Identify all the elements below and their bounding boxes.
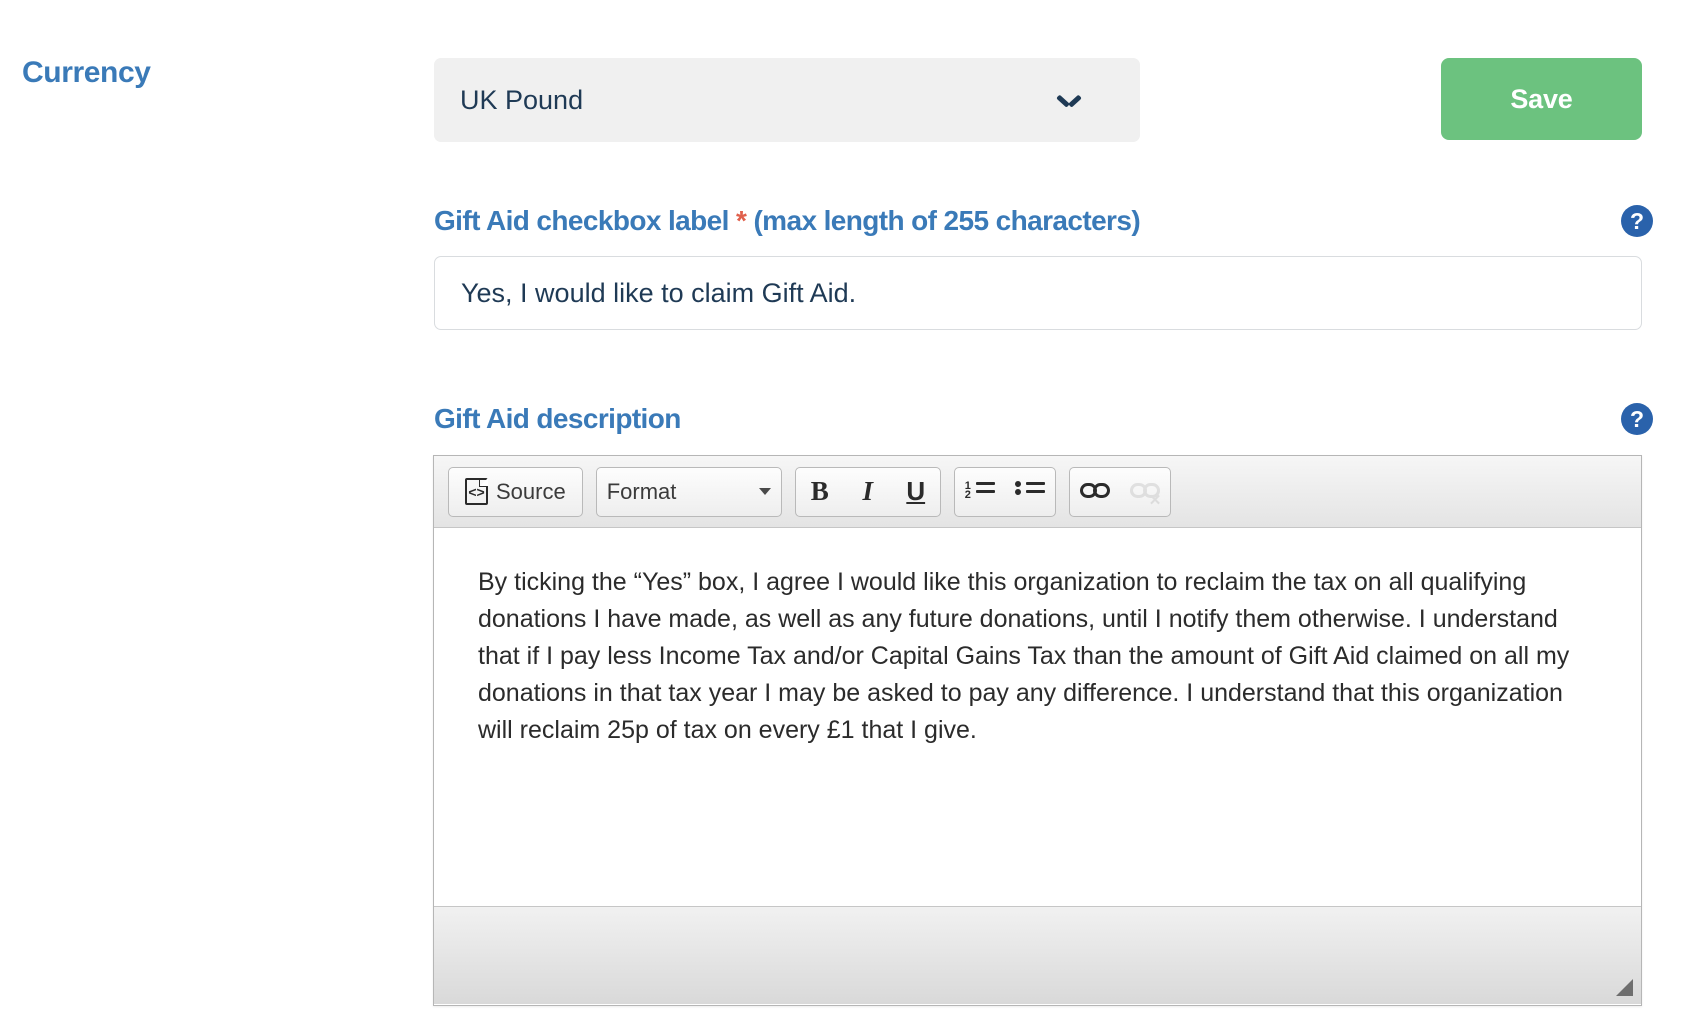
unlink-button: ✕ (1120, 468, 1170, 516)
link-icon (1080, 483, 1110, 501)
rich-text-editor: <> Source Format B I U 1 (433, 455, 1642, 1006)
giftaid-description-heading: Gift Aid description (434, 403, 681, 435)
link-button[interactable] (1070, 468, 1120, 516)
italic-icon: I (862, 476, 873, 507)
bulleted-list-button[interactable] (1005, 468, 1055, 516)
source-code-icon: <> (465, 478, 488, 505)
numbered-list-button[interactable]: 1 2 (955, 468, 1005, 516)
required-marker: * (736, 205, 746, 236)
format-dropdown-label: Format (607, 479, 677, 505)
underline-icon: U (906, 476, 925, 507)
currency-select[interactable]: UK Pound (434, 58, 1140, 142)
bold-icon: B (811, 476, 829, 507)
chevron-down-icon (1058, 94, 1080, 107)
resize-grip-icon[interactable] (1616, 979, 1633, 996)
bold-button[interactable]: B (796, 468, 844, 516)
source-button-label: Source (496, 479, 566, 505)
giftaid-checkbox-label-input[interactable] (434, 256, 1642, 330)
toolbar-group-links: ✕ (1069, 467, 1171, 517)
editor-status-bar (434, 906, 1641, 1004)
help-icon-checkbox-label[interactable]: ? (1621, 205, 1653, 237)
bulleted-list-icon (1015, 480, 1045, 504)
editor-paragraph: By ticking the “Yes” box, I agree I woul… (478, 564, 1597, 749)
numbered-list-icon: 1 2 (965, 480, 995, 504)
toolbar-group-text-style: B I U (795, 467, 941, 517)
label-text-prefix: Gift Aid checkbox label (434, 205, 736, 236)
editor-content-area[interactable]: By ticking the “Yes” box, I agree I woul… (434, 528, 1641, 906)
label-text-suffix: (max length of 255 characters) (746, 205, 1140, 236)
toolbar-group-format: Format (596, 467, 782, 517)
toolbar-group-source: <> Source (448, 467, 583, 517)
unlink-icon: ✕ (1130, 483, 1160, 501)
toolbar-group-lists: 1 2 (954, 467, 1056, 517)
source-button[interactable]: <> Source (449, 468, 582, 516)
format-dropdown[interactable]: Format (597, 468, 781, 516)
italic-button[interactable]: I (844, 468, 892, 516)
underline-button[interactable]: U (892, 468, 940, 516)
editor-toolbar: <> Source Format B I U 1 (434, 456, 1641, 528)
caret-down-icon (759, 488, 771, 495)
giftaid-checkbox-label-heading: Gift Aid checkbox label * (max length of… (434, 205, 1140, 237)
currency-selected-value: UK Pound (460, 85, 1058, 116)
currency-label: Currency (22, 56, 151, 90)
help-icon-description[interactable]: ? (1621, 403, 1653, 435)
save-button[interactable]: Save (1441, 58, 1642, 140)
